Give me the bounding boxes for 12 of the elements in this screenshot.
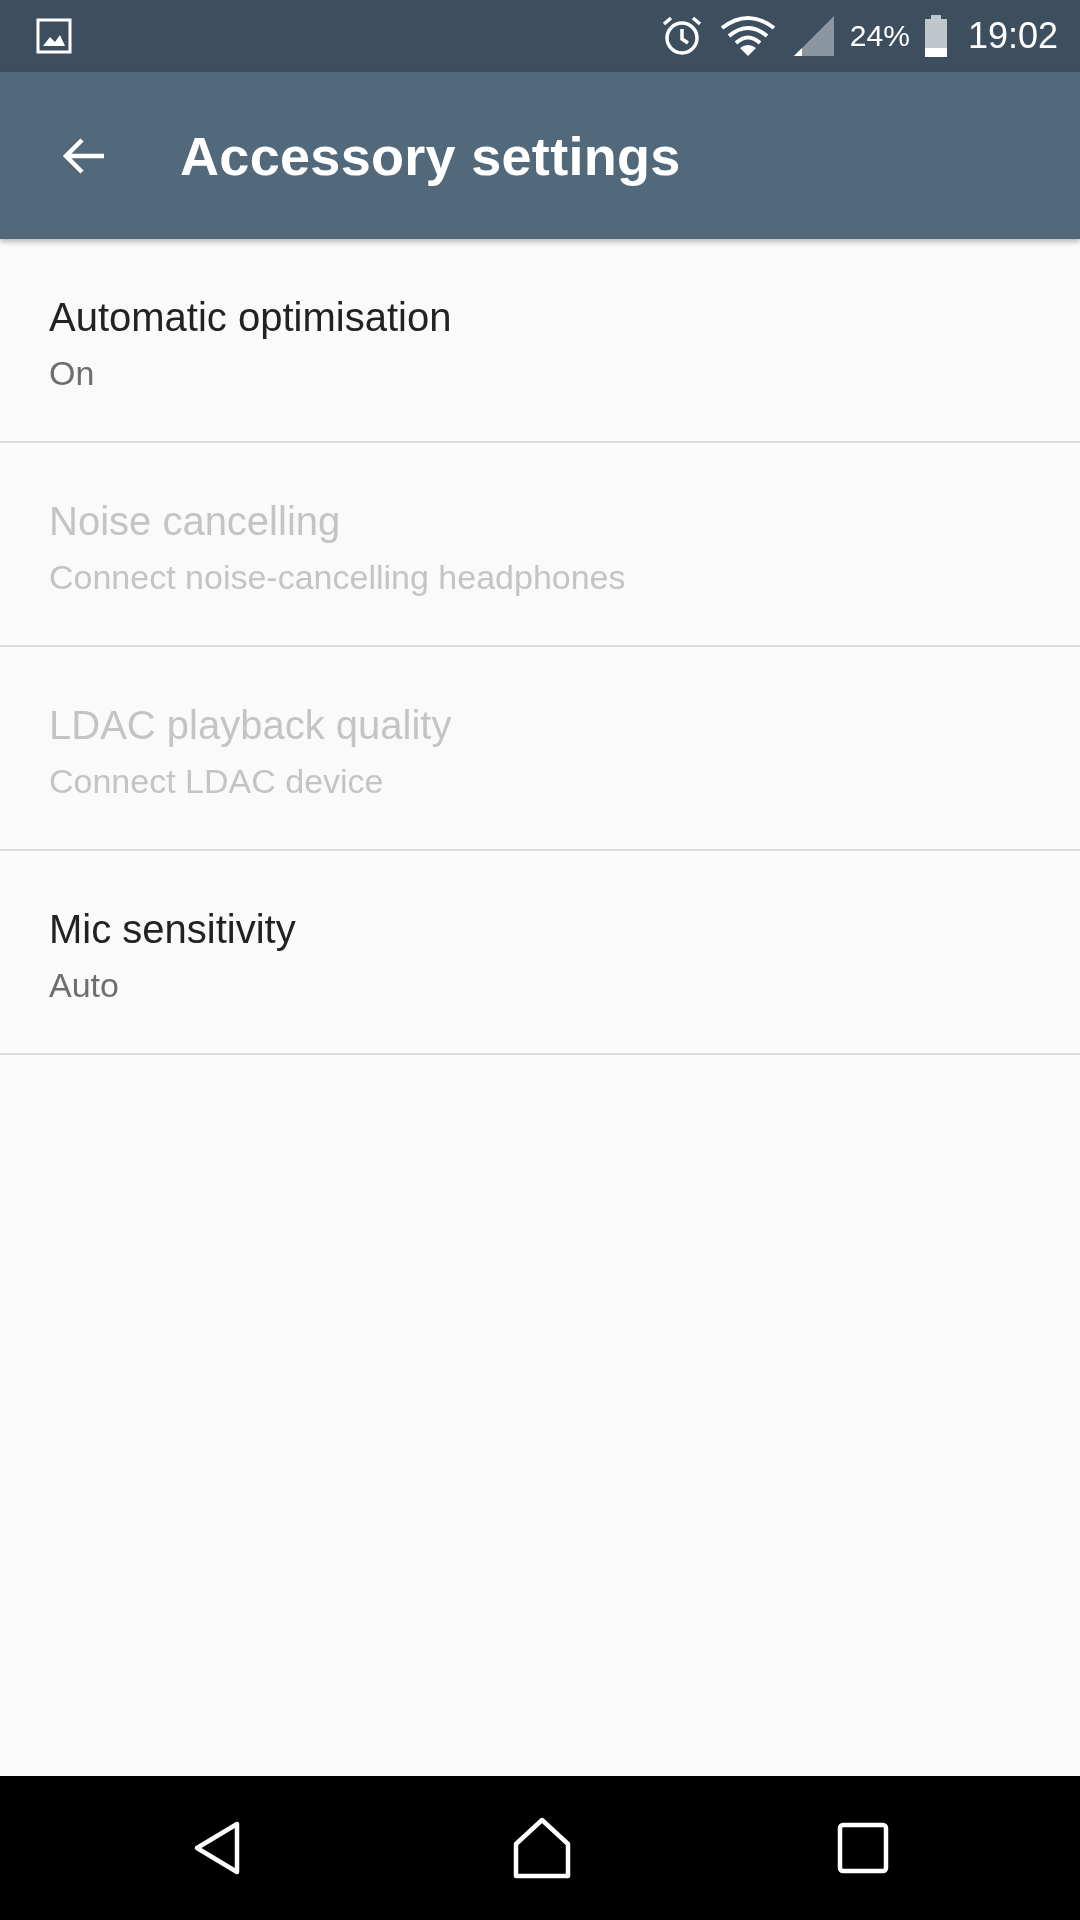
battery-icon: [923, 14, 948, 58]
setting-summary: Auto: [49, 966, 120, 1005]
setting-summary: On: [49, 354, 96, 393]
setting-item[interactable]: Mic sensitivity Auto: [0, 851, 1080, 1055]
recents-icon[interactable]: [836, 1822, 889, 1874]
setting-title: Automatic optimisation: [49, 295, 453, 340]
screen-title: Accessory settings: [180, 124, 681, 187]
clock-time: 19:02: [967, 15, 1058, 57]
setting-item[interactable]: Automatic optimisation On: [0, 239, 1080, 443]
battery-percentage: 24%: [849, 19, 910, 53]
setting-title: Mic sensitivity: [49, 907, 297, 952]
image-icon: [36, 18, 72, 54]
